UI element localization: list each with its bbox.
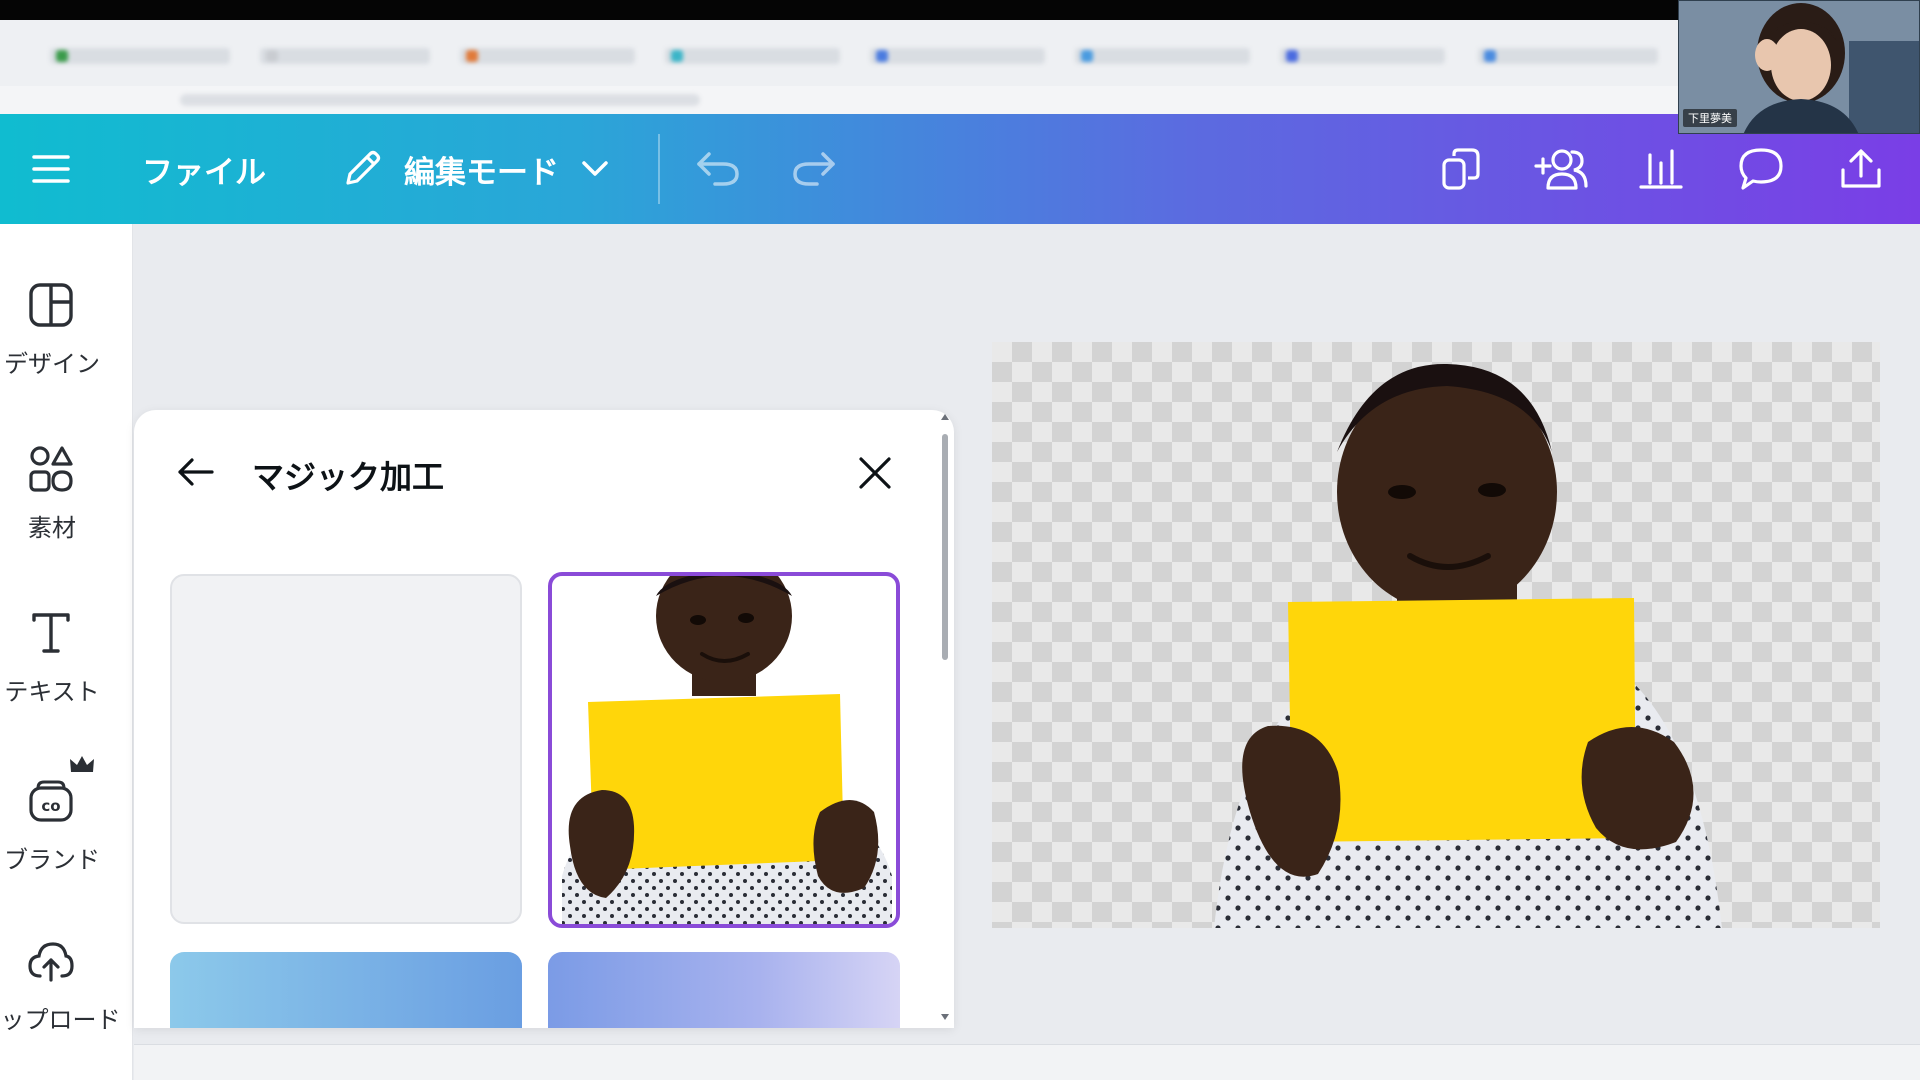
scroll-thumb[interactable]: [942, 434, 948, 660]
magic-edit-option-selected[interactable]: [548, 572, 900, 928]
scroll-up-icon[interactable]: [940, 412, 950, 422]
cloud-upload-icon: [26, 936, 76, 986]
webcam-participant-name: 下里夢美: [1683, 109, 1737, 127]
browser-tab[interactable]: [1478, 48, 1658, 64]
magic-edit-option-empty[interactable]: [170, 574, 522, 924]
girl-with-paper-thumbnail: [562, 576, 892, 924]
edit-mode-dropdown[interactable]: 編集モード: [340, 144, 609, 194]
edit-mode-label: 編集モード: [404, 154, 559, 191]
back-arrow-icon[interactable]: [174, 450, 218, 494]
svg-text:co: co: [41, 797, 60, 815]
browser-tab[interactable]: [50, 48, 230, 64]
magic-edit-panel: マジック加工: [134, 410, 954, 1028]
design-canvas[interactable]: [992, 342, 1880, 928]
sidebar-item-label: ップロード: [0, 1006, 121, 1034]
magic-edit-option[interactable]: [170, 952, 522, 1028]
left-sidebar: デザイン 素材 テキスト co ブランド ップロード: [0, 224, 133, 1080]
undo-icon[interactable]: [694, 144, 742, 192]
sidebar-item-text[interactable]: テキスト: [0, 608, 133, 738]
sidebar-item-design[interactable]: デザイン: [0, 280, 133, 410]
text-t-icon: [26, 608, 76, 658]
browser-tab[interactable]: [665, 48, 840, 64]
magic-edit-option[interactable]: [548, 952, 900, 1028]
share-upload-icon[interactable]: [1836, 144, 1886, 194]
browser-tab[interactable]: [1075, 48, 1250, 64]
sidebar-item-brand[interactable]: co ブランド: [0, 754, 133, 904]
share-people-icon[interactable]: [1532, 144, 1590, 194]
browser-tab[interactable]: [460, 48, 635, 64]
browser-tab-strip: [0, 20, 1920, 86]
file-menu-label: ファイル: [142, 154, 266, 191]
sidebar-item-uploads[interactable]: ップロード: [0, 936, 133, 1066]
browser-tab[interactable]: [870, 48, 1045, 64]
toolbar-divider: [658, 134, 660, 204]
redo-icon[interactable]: [790, 144, 838, 192]
webcam-overlay: 下里夢美: [1678, 0, 1920, 134]
editor-toolbar: ファイル 編集モード: [0, 114, 1920, 224]
browser-tab[interactable]: [260, 48, 430, 64]
girl-cutout-image[interactable]: [992, 342, 1880, 928]
sidebar-item-label: テキスト: [4, 678, 100, 706]
brand-icon: co: [26, 774, 76, 824]
chevron-down-icon: [581, 160, 609, 178]
panel-scrollbar[interactable]: [940, 412, 950, 1026]
browser-address-row: [0, 86, 1920, 114]
sidebar-item-label: ブランド: [4, 846, 100, 874]
layout-icon: [26, 280, 76, 330]
browser-top-bar: [0, 0, 1920, 20]
sidebar-item-label: 素材: [28, 514, 76, 542]
scroll-down-icon[interactable]: [940, 1012, 950, 1022]
insights-chart-icon[interactable]: [1636, 144, 1686, 194]
sidebar-item-label: デザイン: [4, 350, 100, 378]
shapes-icon: [26, 444, 76, 494]
bottom-bar: [134, 1044, 1920, 1080]
sidebar-item-elements[interactable]: 素材: [0, 444, 133, 574]
file-menu-button[interactable]: ファイル: [142, 144, 266, 194]
pencil-icon: [340, 147, 384, 191]
close-icon[interactable]: [854, 452, 896, 494]
browser-tab[interactable]: [1280, 48, 1445, 64]
panel-title: マジック加工: [252, 458, 445, 496]
comment-icon[interactable]: [1736, 144, 1786, 194]
menu-icon[interactable]: [30, 149, 72, 189]
copy-design-icon[interactable]: [1436, 144, 1486, 194]
address-bar[interactable]: [180, 94, 700, 106]
